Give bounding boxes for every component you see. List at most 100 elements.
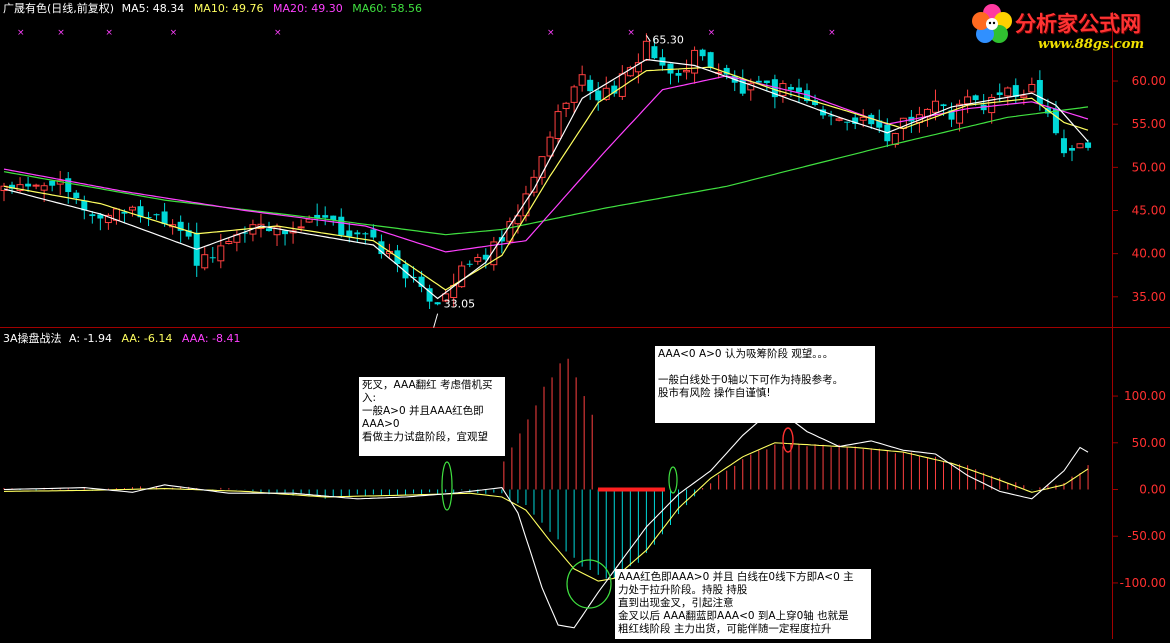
green-circle-marker [668, 466, 678, 494]
logo-title: 分析家公式网 [1015, 12, 1141, 36]
price-tick-label: 55.00 [1132, 117, 1166, 131]
candle-body-down [587, 79, 594, 92]
candle-body-down [972, 95, 979, 101]
candle-body-up [964, 96, 972, 105]
top-marker: × [627, 28, 635, 38]
price-annotation-label: 33.05 [444, 298, 476, 311]
candle-body-down [699, 49, 706, 57]
ma10-line [3, 66, 1089, 291]
ma60-label: MA60: 58.56 [352, 2, 422, 15]
candle-body-up [201, 254, 209, 269]
price-annotation-arrow [645, 35, 651, 42]
note-line: AAA>0 [362, 418, 400, 430]
logo-url: www.88gs.com [1038, 37, 1145, 52]
candle-body-up [1028, 83, 1036, 93]
candle-body-down [787, 87, 794, 90]
aaa-line [3, 442, 1089, 582]
price-annotation-arrow [433, 313, 439, 328]
note-line: 力处于拉升阶段。持股 持股 [618, 584, 748, 596]
candle-body-down [651, 46, 658, 59]
candle-body-down [282, 230, 289, 235]
note-line: 股市有风险 操作自谨慎! [658, 387, 771, 399]
stock-chart: 35.00 40.00 45.00 50.00 55.00 60.00 -100.00 -50… [0, 0, 1170, 639]
candle-body-up [931, 100, 939, 113]
candle-body-down [940, 104, 947, 107]
indicator-tick-label: 50.00 [1132, 436, 1166, 450]
candle-body-down [209, 257, 216, 259]
note-line: AAA红色即AAA>0 并且 白线在0线下方即A<0 主 [618, 571, 854, 583]
candle-body-up [450, 284, 458, 299]
note-line: AAA<0 A>0 认为吸筹阶段 观望。。。 [658, 348, 834, 360]
note-line: 粗红线阶段 主力出货，可能伴随一定程度拉升 [618, 623, 832, 635]
price-tick-label: 40.00 [1132, 247, 1166, 261]
candle-body-down [844, 121, 851, 123]
red-circle-marker [782, 427, 794, 453]
candle-body-up [859, 116, 867, 121]
candle-body-down [354, 232, 361, 235]
candle-body-down [996, 92, 1003, 95]
top-marker: × [274, 28, 282, 38]
candle-body-down [595, 90, 602, 101]
candle-body-down [1060, 138, 1067, 154]
price-tick-label: 60.00 [1132, 74, 1166, 88]
note-line: 一般A>0 并且AAA红色即 [362, 405, 484, 417]
candle-body-down [73, 192, 80, 199]
candle-body-down [1085, 142, 1092, 148]
candle-body-up [128, 206, 136, 211]
indicator-tick-label: -50.00 [1127, 529, 1166, 543]
annotation-note-trial: 死叉，AAA翻红 考虑借机买 入: 一般A>0 并且AAA红色即 AAA>0 看做主力… [359, 377, 505, 456]
candle-body-up [554, 111, 562, 140]
indicator-tick-label: 0.00 [1139, 483, 1166, 497]
ma5-line [3, 58, 1089, 300]
aaa-value-label: AAA: -8.41 [181, 332, 241, 345]
candle-body-up [1076, 143, 1084, 149]
candle-body-up [32, 184, 40, 187]
candle-body-up [225, 240, 233, 244]
candle-body-up [40, 185, 48, 191]
candle-body-up [642, 40, 650, 61]
ma20-line [3, 75, 1089, 253]
candle-body-down [362, 233, 369, 235]
indicator-header: 3A操盘战法 A: -1.94 AA: -6.14 AAA: -8.41 [3, 330, 241, 346]
price-annotation-label: 65.30 [652, 33, 684, 46]
ma5-label: MA5: 48.34 [121, 2, 185, 15]
candle-body-up [578, 74, 586, 86]
indicator-tick-label: 100.00 [1124, 389, 1166, 403]
price-tick-label: 35.00 [1132, 290, 1166, 304]
candle-body-down [322, 215, 329, 218]
flower-logo-icon [972, 4, 1012, 43]
top-marker: × [57, 28, 65, 38]
candle-body-up [683, 69, 691, 73]
annotation-note-accumulation: AAA<0 A>0 认为吸筹阶段 观望。。。 一般白线处于0轴以下可作为持股参考… [655, 346, 875, 423]
candle-body-down [338, 216, 345, 236]
candle-body-down [265, 228, 272, 232]
candle-body-up [474, 257, 482, 262]
top-marker: × [17, 28, 25, 38]
note-line: 入: [362, 392, 377, 404]
candle-body-down [89, 214, 96, 217]
candle-body-up [458, 265, 466, 288]
green-circle-marker [441, 461, 453, 511]
candle-body-down [346, 230, 353, 237]
candle-body-down [755, 80, 762, 83]
candle-body-down [161, 211, 168, 225]
a-value-label: A: -1.94 [69, 332, 113, 345]
candle-body-up [1004, 87, 1012, 97]
candle-body-down [153, 214, 160, 216]
candle-body-up [835, 118, 843, 121]
candle-body-down [434, 302, 441, 305]
candle-body-up [546, 136, 554, 157]
note-line: 看做主力试盘阶段，宜观望 [362, 431, 488, 443]
chart-title: 广晟有色(日线,前复权) [3, 2, 115, 15]
top-marker: × [708, 28, 716, 38]
indicator-title: 3A操盘战法 [3, 332, 62, 345]
top-marker: × [170, 28, 178, 38]
top-marker: × [547, 28, 555, 38]
a-line [3, 406, 1089, 629]
candle-body-down [763, 80, 770, 84]
note-line [658, 361, 872, 374]
aa-value-label: AA: -6.14 [121, 332, 173, 345]
chart-header: 广晟有色(日线,前复权) MA5: 48.34 MA10: 49.76 MA20… [3, 0, 422, 16]
candle-body-up [691, 49, 699, 74]
ma10-label: MA10: 49.76 [193, 2, 264, 15]
